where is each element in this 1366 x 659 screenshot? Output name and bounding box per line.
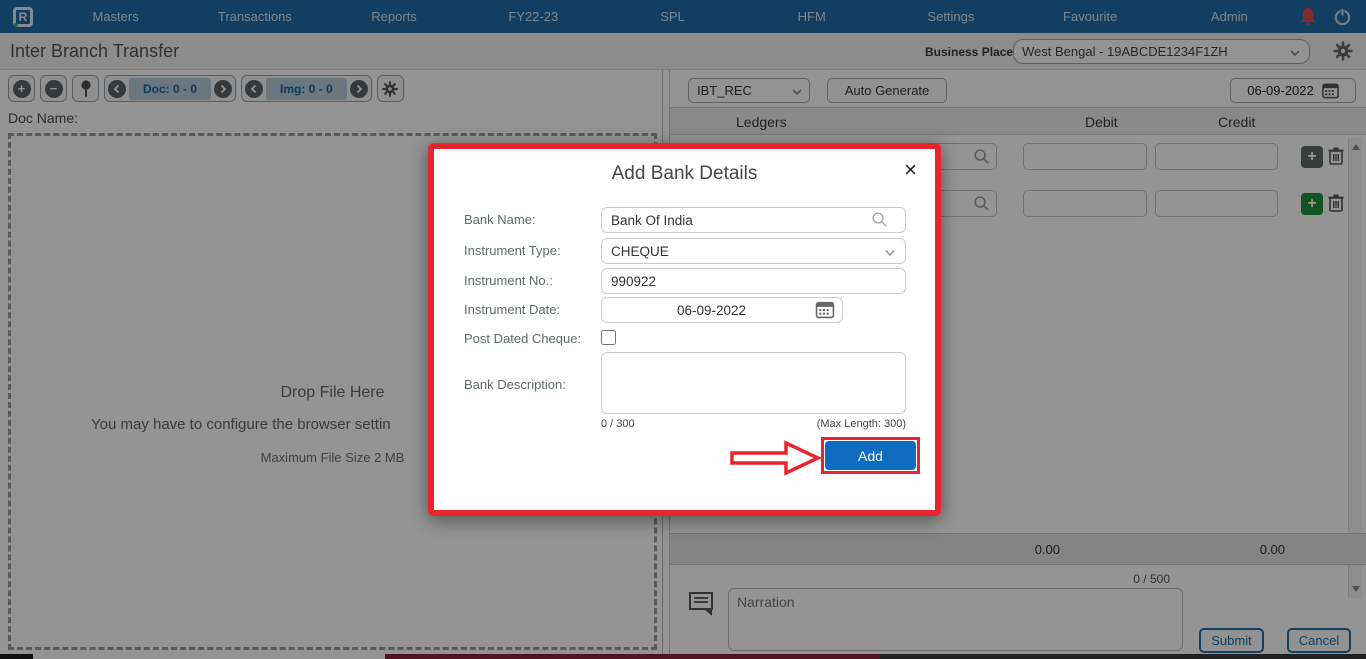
- post-dated-cheque-label: Post Dated Cheque:: [464, 331, 581, 346]
- bank-name-label: Bank Name:: [464, 212, 536, 227]
- instrument-no-label: Instrument No.:: [464, 273, 553, 288]
- add-button-highlight-box: Add: [821, 437, 920, 474]
- description-max-length: (Max Length: 300): [601, 418, 906, 430]
- instrument-no-input[interactable]: [601, 268, 906, 294]
- bank-description-textarea[interactable]: [601, 352, 906, 414]
- chevron-down-icon: [884, 248, 896, 258]
- add-bank-details-modal: Add Bank Details × Bank Name: Instrument…: [428, 143, 941, 516]
- instrument-type-label: Instrument Type:: [464, 243, 561, 258]
- post-dated-cheque-checkbox[interactable]: [601, 330, 616, 345]
- bank-name-input[interactable]: [601, 207, 906, 233]
- add-button[interactable]: Add: [825, 441, 916, 470]
- bank-description-label: Bank Description:: [464, 377, 566, 392]
- close-icon[interactable]: ×: [904, 159, 917, 181]
- instrument-type-select[interactable]: CHEQUE: [601, 238, 906, 264]
- instrument-date-label: Instrument Date:: [464, 302, 560, 317]
- red-annotation-arrow: [730, 440, 822, 476]
- instrument-date-input[interactable]: [601, 297, 843, 323]
- modal-title: Add Bank Details: [434, 163, 935, 185]
- calendar-icon[interactable]: [815, 300, 837, 320]
- search-icon[interactable]: [871, 211, 888, 228]
